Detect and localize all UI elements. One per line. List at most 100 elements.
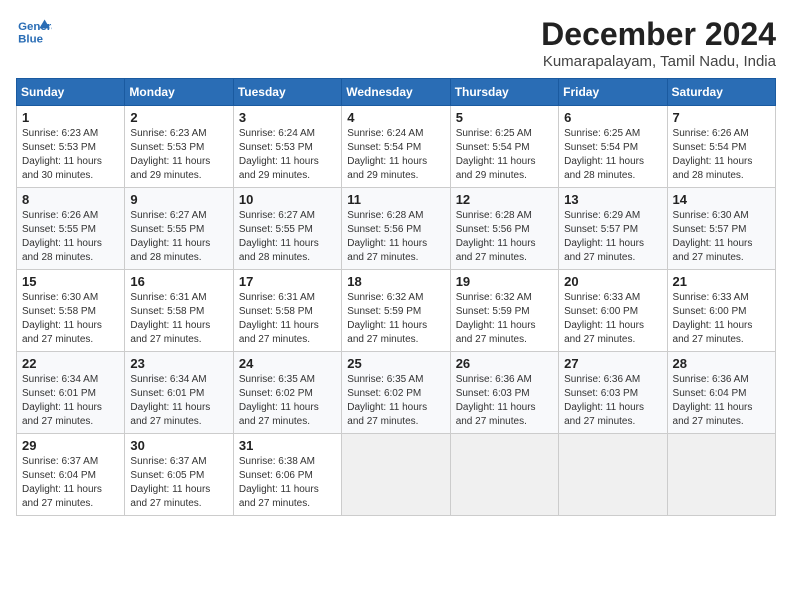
- day-detail: Sunrise: 6:32 AMSunset: 5:59 PMDaylight:…: [456, 292, 536, 345]
- day-number: 29: [22, 438, 119, 453]
- day-detail: Sunrise: 6:30 AMSunset: 5:57 PMDaylight:…: [673, 210, 753, 263]
- day-detail: Sunrise: 6:29 AMSunset: 5:57 PMDaylight:…: [564, 210, 644, 263]
- weekday-header: Monday: [125, 79, 233, 106]
- title-block: December 2024 Kumarapalayam, Tamil Nadu,…: [541, 16, 776, 70]
- day-number: 18: [347, 274, 444, 289]
- calendar-cell: 1 Sunrise: 6:23 AMSunset: 5:53 PMDayligh…: [17, 106, 125, 188]
- day-detail: Sunrise: 6:36 AMSunset: 6:03 PMDaylight:…: [564, 374, 644, 427]
- calendar-table: SundayMondayTuesdayWednesdayThursdayFrid…: [16, 78, 776, 516]
- day-detail: Sunrise: 6:38 AMSunset: 6:06 PMDaylight:…: [239, 456, 319, 509]
- day-detail: Sunrise: 6:34 AMSunset: 6:01 PMDaylight:…: [130, 374, 210, 427]
- day-number: 14: [673, 192, 770, 207]
- calendar-cell: 15 Sunrise: 6:30 AMSunset: 5:58 PMDaylig…: [17, 270, 125, 352]
- day-detail: Sunrise: 6:34 AMSunset: 6:01 PMDaylight:…: [22, 374, 102, 427]
- day-detail: Sunrise: 6:31 AMSunset: 5:58 PMDaylight:…: [239, 292, 319, 345]
- calendar-cell: 23 Sunrise: 6:34 AMSunset: 6:01 PMDaylig…: [125, 352, 233, 434]
- day-detail: Sunrise: 6:33 AMSunset: 6:00 PMDaylight:…: [564, 292, 644, 345]
- day-detail: Sunrise: 6:35 AMSunset: 6:02 PMDaylight:…: [347, 374, 427, 427]
- day-number: 22: [22, 356, 119, 371]
- logo-icon: General Blue: [16, 16, 52, 46]
- day-number: 4: [347, 110, 444, 125]
- day-number: 27: [564, 356, 661, 371]
- calendar-cell: 28 Sunrise: 6:36 AMSunset: 6:04 PMDaylig…: [667, 352, 775, 434]
- calendar-cell: 31 Sunrise: 6:38 AMSunset: 6:06 PMDaylig…: [233, 434, 341, 516]
- day-number: 3: [239, 110, 336, 125]
- calendar-cell: 21 Sunrise: 6:33 AMSunset: 6:00 PMDaylig…: [667, 270, 775, 352]
- calendar-cell: 8 Sunrise: 6:26 AMSunset: 5:55 PMDayligh…: [17, 188, 125, 270]
- day-detail: Sunrise: 6:36 AMSunset: 6:03 PMDaylight:…: [456, 374, 536, 427]
- day-detail: Sunrise: 6:37 AMSunset: 6:04 PMDaylight:…: [22, 456, 102, 509]
- day-number: 25: [347, 356, 444, 371]
- svg-text:Blue: Blue: [18, 33, 43, 45]
- calendar-cell: 27 Sunrise: 6:36 AMSunset: 6:03 PMDaylig…: [559, 352, 667, 434]
- calendar-cell: 4 Sunrise: 6:24 AMSunset: 5:54 PMDayligh…: [342, 106, 450, 188]
- weekday-header: Sunday: [17, 79, 125, 106]
- day-number: 24: [239, 356, 336, 371]
- day-detail: Sunrise: 6:33 AMSunset: 6:00 PMDaylight:…: [673, 292, 753, 345]
- calendar-cell: 13 Sunrise: 6:29 AMSunset: 5:57 PMDaylig…: [559, 188, 667, 270]
- calendar-cell: [450, 434, 558, 516]
- calendar-cell: 25 Sunrise: 6:35 AMSunset: 6:02 PMDaylig…: [342, 352, 450, 434]
- calendar-cell: 14 Sunrise: 6:30 AMSunset: 5:57 PMDaylig…: [667, 188, 775, 270]
- calendar-cell: 30 Sunrise: 6:37 AMSunset: 6:05 PMDaylig…: [125, 434, 233, 516]
- day-number: 17: [239, 274, 336, 289]
- calendar-cell: 2 Sunrise: 6:23 AMSunset: 5:53 PMDayligh…: [125, 106, 233, 188]
- page-header: General Blue December 2024 Kumarapalayam…: [16, 16, 776, 70]
- calendar-cell: 29 Sunrise: 6:37 AMSunset: 6:04 PMDaylig…: [17, 434, 125, 516]
- day-number: 2: [130, 110, 227, 125]
- calendar-cell: 3 Sunrise: 6:24 AMSunset: 5:53 PMDayligh…: [233, 106, 341, 188]
- calendar-cell: 20 Sunrise: 6:33 AMSunset: 6:00 PMDaylig…: [559, 270, 667, 352]
- calendar-cell: 11 Sunrise: 6:28 AMSunset: 5:56 PMDaylig…: [342, 188, 450, 270]
- weekday-header-row: SundayMondayTuesdayWednesdayThursdayFrid…: [17, 79, 776, 106]
- calendar-cell: 17 Sunrise: 6:31 AMSunset: 5:58 PMDaylig…: [233, 270, 341, 352]
- day-detail: Sunrise: 6:25 AMSunset: 5:54 PMDaylight:…: [456, 128, 536, 181]
- month-title: December 2024: [541, 16, 776, 53]
- day-number: 8: [22, 192, 119, 207]
- day-number: 7: [673, 110, 770, 125]
- day-number: 31: [239, 438, 336, 453]
- day-detail: Sunrise: 6:24 AMSunset: 5:54 PMDaylight:…: [347, 128, 427, 181]
- calendar-cell: 19 Sunrise: 6:32 AMSunset: 5:59 PMDaylig…: [450, 270, 558, 352]
- day-number: 26: [456, 356, 553, 371]
- weekday-header: Tuesday: [233, 79, 341, 106]
- day-detail: Sunrise: 6:27 AMSunset: 5:55 PMDaylight:…: [130, 210, 210, 263]
- day-detail: Sunrise: 6:28 AMSunset: 5:56 PMDaylight:…: [456, 210, 536, 263]
- day-number: 5: [456, 110, 553, 125]
- day-detail: Sunrise: 6:36 AMSunset: 6:04 PMDaylight:…: [673, 374, 753, 427]
- day-detail: Sunrise: 6:32 AMSunset: 5:59 PMDaylight:…: [347, 292, 427, 345]
- calendar-cell: 6 Sunrise: 6:25 AMSunset: 5:54 PMDayligh…: [559, 106, 667, 188]
- day-number: 19: [456, 274, 553, 289]
- calendar-cell: 5 Sunrise: 6:25 AMSunset: 5:54 PMDayligh…: [450, 106, 558, 188]
- calendar-week-row: 1 Sunrise: 6:23 AMSunset: 5:53 PMDayligh…: [17, 106, 776, 188]
- day-detail: Sunrise: 6:23 AMSunset: 5:53 PMDaylight:…: [130, 128, 210, 181]
- day-number: 1: [22, 110, 119, 125]
- weekday-header: Thursday: [450, 79, 558, 106]
- day-detail: Sunrise: 6:27 AMSunset: 5:55 PMDaylight:…: [239, 210, 319, 263]
- day-detail: Sunrise: 6:37 AMSunset: 6:05 PMDaylight:…: [130, 456, 210, 509]
- day-number: 28: [673, 356, 770, 371]
- day-number: 21: [673, 274, 770, 289]
- calendar-cell: 24 Sunrise: 6:35 AMSunset: 6:02 PMDaylig…: [233, 352, 341, 434]
- calendar-week-row: 8 Sunrise: 6:26 AMSunset: 5:55 PMDayligh…: [17, 188, 776, 270]
- day-number: 12: [456, 192, 553, 207]
- calendar-cell: [342, 434, 450, 516]
- calendar-cell: 26 Sunrise: 6:36 AMSunset: 6:03 PMDaylig…: [450, 352, 558, 434]
- day-number: 11: [347, 192, 444, 207]
- day-number: 20: [564, 274, 661, 289]
- calendar-cell: 18 Sunrise: 6:32 AMSunset: 5:59 PMDaylig…: [342, 270, 450, 352]
- day-detail: Sunrise: 6:26 AMSunset: 5:54 PMDaylight:…: [673, 128, 753, 181]
- day-detail: Sunrise: 6:23 AMSunset: 5:53 PMDaylight:…: [22, 128, 102, 181]
- calendar-cell: 10 Sunrise: 6:27 AMSunset: 5:55 PMDaylig…: [233, 188, 341, 270]
- day-detail: Sunrise: 6:28 AMSunset: 5:56 PMDaylight:…: [347, 210, 427, 263]
- calendar-cell: [559, 434, 667, 516]
- calendar-week-row: 29 Sunrise: 6:37 AMSunset: 6:04 PMDaylig…: [17, 434, 776, 516]
- day-number: 6: [564, 110, 661, 125]
- calendar-cell: 9 Sunrise: 6:27 AMSunset: 5:55 PMDayligh…: [125, 188, 233, 270]
- day-number: 30: [130, 438, 227, 453]
- day-number: 13: [564, 192, 661, 207]
- calendar-cell: 12 Sunrise: 6:28 AMSunset: 5:56 PMDaylig…: [450, 188, 558, 270]
- logo: General Blue: [16, 16, 52, 46]
- day-detail: Sunrise: 6:24 AMSunset: 5:53 PMDaylight:…: [239, 128, 319, 181]
- day-detail: Sunrise: 6:30 AMSunset: 5:58 PMDaylight:…: [22, 292, 102, 345]
- weekday-header: Friday: [559, 79, 667, 106]
